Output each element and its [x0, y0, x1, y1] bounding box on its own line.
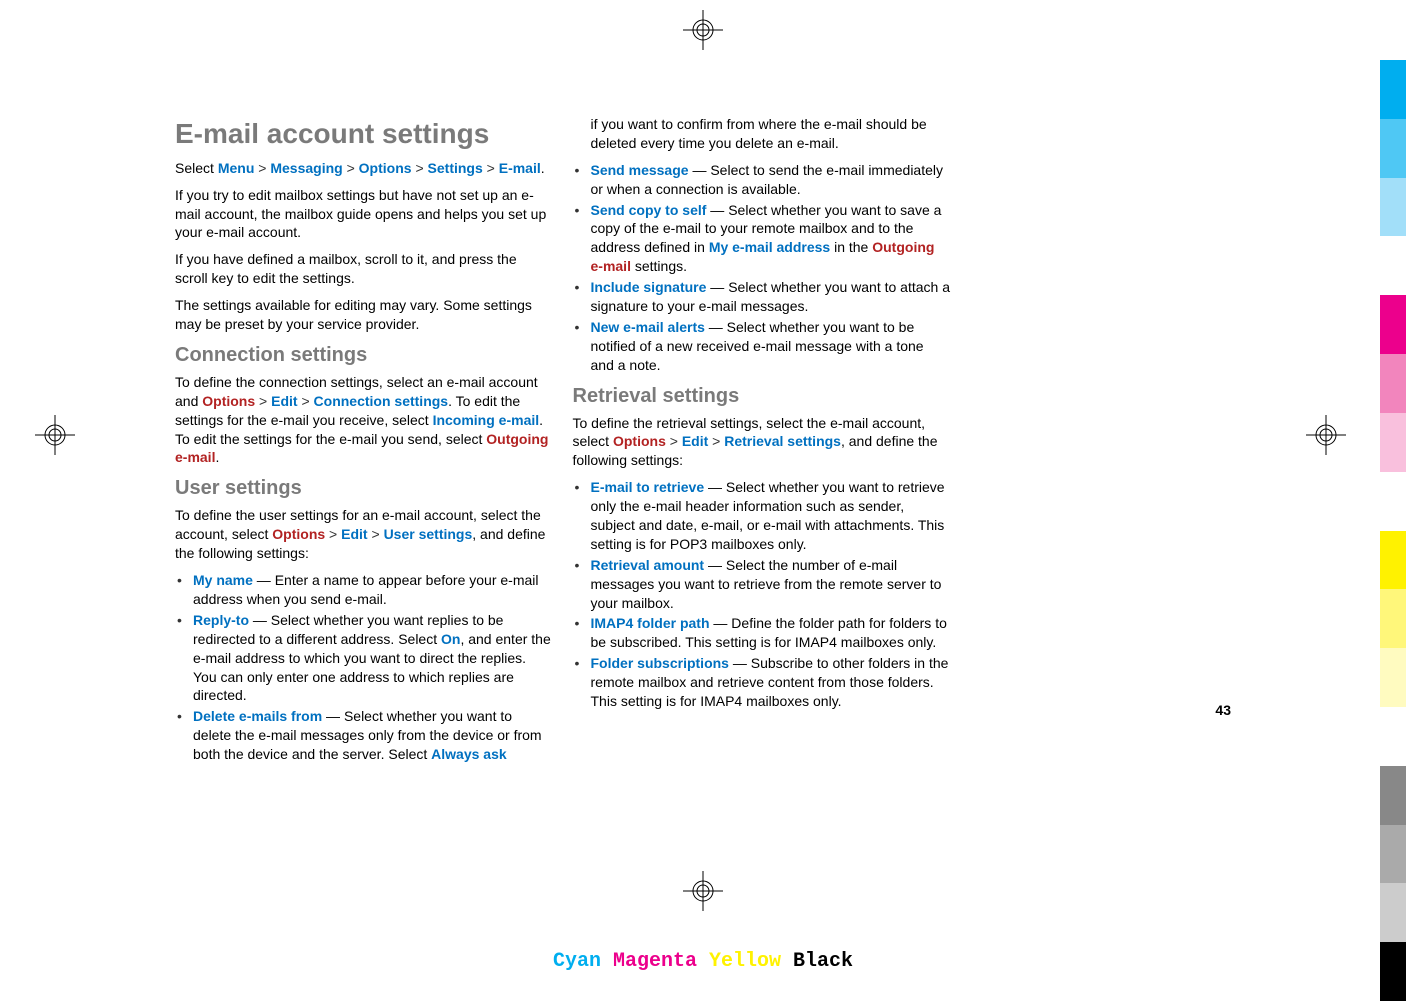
registration-mark-icon — [683, 871, 723, 911]
intro-select: Select Menu > Messaging > Options > Sett… — [175, 159, 553, 178]
intro-p3: If you have defined a mailbox, scroll to… — [175, 250, 553, 288]
page-content: E-mail account settings Select Menu > Me… — [175, 115, 950, 755]
registration-mark-icon — [35, 415, 75, 455]
list-item: Folder subscriptions — Subscribe to othe… — [573, 654, 951, 711]
connection-heading: Connection settings — [175, 342, 553, 369]
cmyk-label: Cyan Magenta Yellow Black — [553, 950, 853, 973]
list-item: Send message — Select to send the e-mail… — [573, 161, 951, 199]
user-heading: User settings — [175, 475, 553, 502]
user-intro: To define the user settings for an e-mai… — [175, 506, 553, 563]
connection-p: To define the connection settings, selec… — [175, 373, 553, 467]
list-item: My name — Enter a name to appear before … — [175, 571, 553, 609]
retrieval-intro: To define the retrieval settings, select… — [573, 414, 951, 471]
right-column: if you want to confirm from where the e-… — [573, 115, 951, 755]
registration-mark-icon — [683, 10, 723, 50]
list-item: E-mail to retrieve — Select whether you … — [573, 478, 951, 554]
list-item: New e-mail alerts — Select whether you w… — [573, 318, 951, 375]
list-item: IMAP4 folder path — Define the folder pa… — [573, 614, 951, 652]
page-number: 43 — [1215, 702, 1231, 718]
registration-mark-icon — [1306, 415, 1346, 455]
list-item: Delete e-mails from — Select whether you… — [175, 707, 553, 764]
color-calibration-strip — [1380, 60, 1406, 1001]
retrieval-list: E-mail to retrieve — Select whether you … — [573, 478, 951, 711]
user-list: My name — Enter a name to appear before … — [175, 571, 553, 764]
page-title: E-mail account settings — [175, 115, 553, 153]
list-item: Include signature — Select whether you w… — [573, 278, 951, 316]
left-column: E-mail account settings Select Menu > Me… — [175, 115, 553, 755]
li3-continuation: if you want to confirm from where the e-… — [573, 115, 951, 153]
intro-p2: If you try to edit mailbox settings but … — [175, 186, 553, 243]
list-item: Send copy to self — Select whether you w… — [573, 201, 951, 277]
retrieval-heading: Retrieval settings — [573, 383, 951, 410]
intro-p4: The settings available for editing may v… — [175, 296, 553, 334]
list-item: Retrieval amount — Select the number of … — [573, 556, 951, 613]
list-item: Reply-to — Select whether you want repli… — [175, 611, 553, 705]
user-list-cont: Send message — Select to send the e-mail… — [573, 161, 951, 375]
